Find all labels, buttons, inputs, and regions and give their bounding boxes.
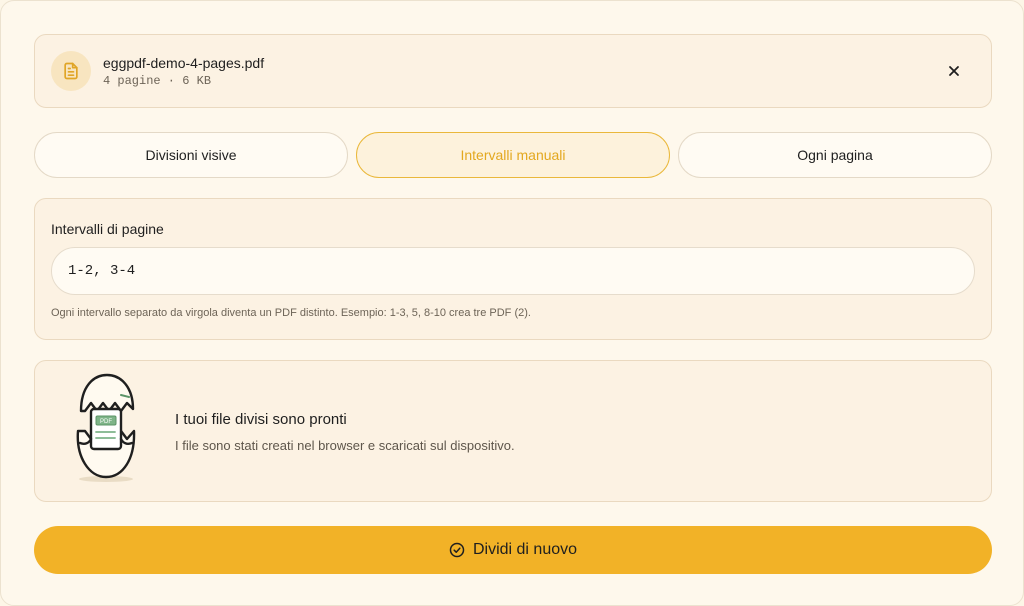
page-ranges-input[interactable] — [51, 247, 975, 295]
illustration-pdf-label: PDF — [100, 419, 112, 425]
split-again-button[interactable]: Dividi di nuovo — [34, 526, 992, 574]
split-panel: eggpdf-demo-4-pages.pdf 4 pagine · 6 KB … — [0, 0, 1024, 606]
file-name: eggpdf-demo-4-pages.pdf — [103, 55, 265, 71]
egg-illustration: PDF — [71, 373, 141, 483]
split-mode-tabs: Divisioni visive Intervalli manuali Ogni… — [34, 132, 992, 178]
file-meta: 4 pagine · 6 KB — [103, 74, 212, 88]
split-again-label: Dividi di nuovo — [472, 541, 578, 558]
tab-manual-ranges[interactable]: Intervalli manuali — [356, 132, 670, 178]
result-title: I tuoi file divisi sono pronti — [175, 411, 347, 428]
tab-visual-splits[interactable]: Divisioni visive — [34, 132, 348, 178]
remove-file-button[interactable] — [943, 60, 965, 82]
file-card: eggpdf-demo-4-pages.pdf 4 pagine · 6 KB — [34, 34, 992, 108]
close-icon — [949, 66, 959, 76]
page-ranges-label: Intervalli di pagine — [51, 221, 164, 237]
tab-every-page[interactable]: Ogni pagina — [678, 132, 992, 178]
check-circle-icon — [449, 542, 465, 558]
page-ranges-hint: Ogni intervallo separato da virgola dive… — [51, 307, 531, 319]
document-icon — [51, 51, 91, 91]
result-card: PDF I tuoi file divisi sono pronti I fil… — [34, 360, 992, 502]
result-description: I file sono stati creati nel browser e s… — [175, 438, 515, 453]
page-ranges-card: Intervalli di pagine Ogni intervallo sep… — [34, 198, 992, 340]
